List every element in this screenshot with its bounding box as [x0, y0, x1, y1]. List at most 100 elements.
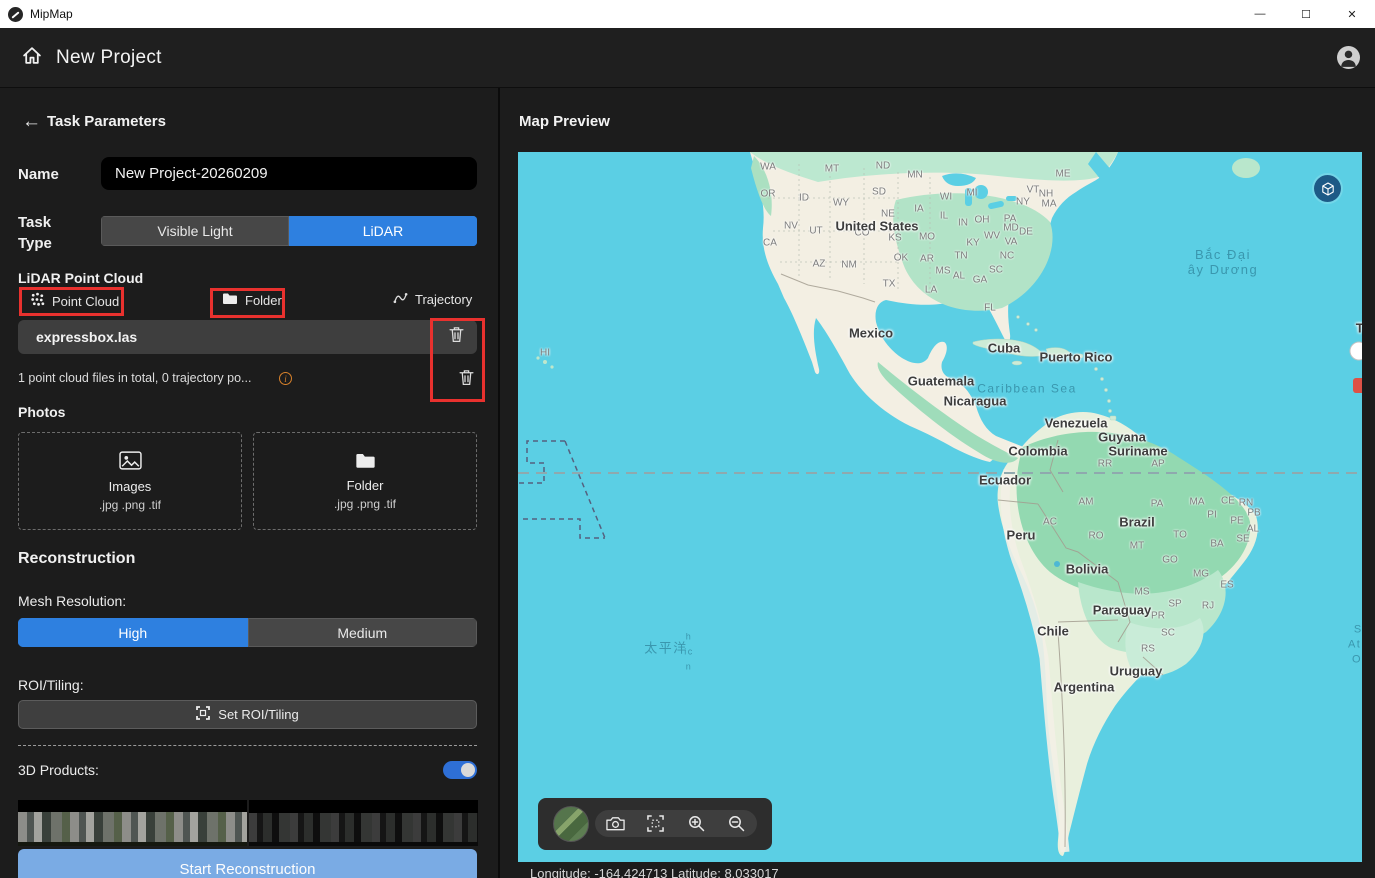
map-canvas[interactable]: Bắc Đại ây Dương太平洋h ic nCaribbean SeaSo… [518, 152, 1362, 862]
back-button[interactable]: ← [22, 111, 41, 133]
upload-folder-formats: .jpg .png .tif [334, 497, 396, 511]
upload-images-box[interactable]: Images .jpg .png .tif [18, 432, 242, 530]
tab-trajectory[interactable]: Trajectory [393, 292, 472, 307]
product-thumbnail-pointcloud [249, 800, 478, 846]
state-label: ME [1056, 169, 1071, 180]
map-3d-cube-button[interactable] [1314, 175, 1341, 202]
ocean-label: Bắc Đại ây Dương [1188, 247, 1258, 277]
zoom-out-icon[interactable] [726, 813, 748, 835]
country-label: Tây [1356, 321, 1362, 336]
reconstruction-title: Reconstruction [18, 550, 135, 568]
state-label: IA [914, 204, 923, 215]
fit-bounds-icon[interactable] [645, 813, 667, 835]
photos-title: Photos [18, 404, 65, 420]
state-label: SC [989, 265, 1003, 276]
state-label: VT [1027, 185, 1040, 196]
ocean-label: 太平洋 [644, 641, 688, 656]
toggle-knob [461, 763, 475, 777]
trajectory-icon [393, 292, 408, 307]
section-divider [18, 745, 477, 746]
state-label: TN [954, 251, 967, 262]
mesh-high-button[interactable]: High [18, 618, 248, 647]
folder-icon [355, 452, 376, 474]
country-label: Nicaragua [944, 394, 1007, 409]
state-label: KY [966, 238, 979, 249]
basemap-thumbnail[interactable] [553, 806, 589, 842]
state-label: MA [1042, 199, 1057, 210]
map-tool-pill [595, 810, 757, 837]
mesh-resolution-label: Mesh Resolution: [18, 593, 126, 609]
mesh-resolution-segmented: High Medium [18, 618, 477, 647]
state-label: PB [1247, 508, 1260, 519]
set-roi-button[interactable]: Set ROI/Tiling [18, 700, 477, 729]
state-label: UT [809, 226, 822, 237]
file-name: expressbox.las [36, 329, 137, 345]
state-label: MS [936, 266, 951, 277]
tab-trajectory-label: Trajectory [415, 292, 472, 307]
state-label: PI [1207, 510, 1216, 521]
lidar-button[interactable]: LiDAR [289, 216, 477, 246]
state-label: MT [1130, 541, 1144, 552]
upload-folder-label: Folder [347, 478, 384, 493]
map-toolbar [538, 798, 772, 850]
info-icon[interactable]: i [279, 372, 292, 385]
state-label: AL [953, 271, 965, 282]
state-label: GO [1162, 555, 1178, 566]
state-label: VA [1005, 237, 1018, 248]
map-pin-red [1353, 378, 1362, 393]
project-name-input[interactable] [101, 157, 477, 190]
products-toggle[interactable] [443, 761, 477, 779]
state-label: WA [760, 162, 776, 173]
mesh-medium-button[interactable]: Medium [248, 618, 478, 647]
map-preview-title: Map Preview [519, 113, 610, 130]
close-button[interactable]: ✕ [1329, 0, 1375, 28]
user-avatar[interactable] [1337, 46, 1360, 69]
app-logo-icon [8, 7, 23, 22]
country-label: Uruguay [1110, 664, 1163, 679]
annotation-box-delete [430, 318, 485, 402]
country-label: Chile [1037, 624, 1069, 639]
state-label: RO [1089, 531, 1104, 542]
maximize-button[interactable]: ☐ [1283, 0, 1329, 28]
country-label: Argentina [1054, 680, 1115, 695]
set-roi-label: Set ROI/Tiling [218, 707, 298, 722]
state-label: OH [975, 215, 990, 226]
ocean-label: h ic n [684, 630, 694, 675]
page-title: New Project [56, 47, 162, 69]
state-label: NC [1000, 251, 1014, 262]
state-label: MG [1193, 569, 1209, 580]
state-label: NY [1016, 197, 1030, 208]
state-label: SD [872, 187, 886, 198]
state-label: CA [763, 238, 777, 249]
visible-light-button[interactable]: Visible Light [101, 216, 289, 246]
state-label: NV [784, 221, 798, 232]
state-label: HI [540, 348, 550, 359]
upload-folder-box[interactable]: Folder .jpg .png .tif [253, 432, 477, 530]
state-label: MO [919, 232, 935, 243]
start-reconstruction-button[interactable]: Start Reconstruction [18, 849, 477, 878]
home-icon[interactable] [22, 46, 42, 69]
app-name: MipMap [30, 7, 73, 21]
window-titlebar: MipMap — ☐ ✕ [0, 0, 1375, 28]
products-label: 3D Products: [18, 762, 99, 778]
state-label: IL [940, 211, 948, 222]
app-header: New Project [0, 28, 1375, 88]
state-label: DE [1019, 227, 1033, 238]
state-label: WV [984, 231, 1000, 242]
country-label: Colombia [1008, 444, 1067, 459]
state-label: AZ [813, 259, 826, 270]
state-label: MA [1190, 497, 1205, 508]
roi-tiling-label: ROI/Tiling: [18, 677, 84, 693]
map-pin-white [1350, 342, 1362, 360]
state-label: AR [920, 254, 934, 265]
state-label: PR [1151, 611, 1165, 622]
state-label: GA [973, 275, 987, 286]
minimize-button[interactable]: — [1237, 0, 1283, 28]
state-label: SP [1168, 599, 1181, 610]
state-label: FL [984, 303, 996, 314]
state-label: IN [958, 218, 968, 229]
task-parameters-panel: ← Task Parameters Name Task Type Visible… [0, 88, 498, 878]
upload-images-label: Images [109, 479, 152, 494]
zoom-in-icon[interactable] [685, 813, 707, 835]
camera-icon[interactable] [604, 813, 626, 835]
